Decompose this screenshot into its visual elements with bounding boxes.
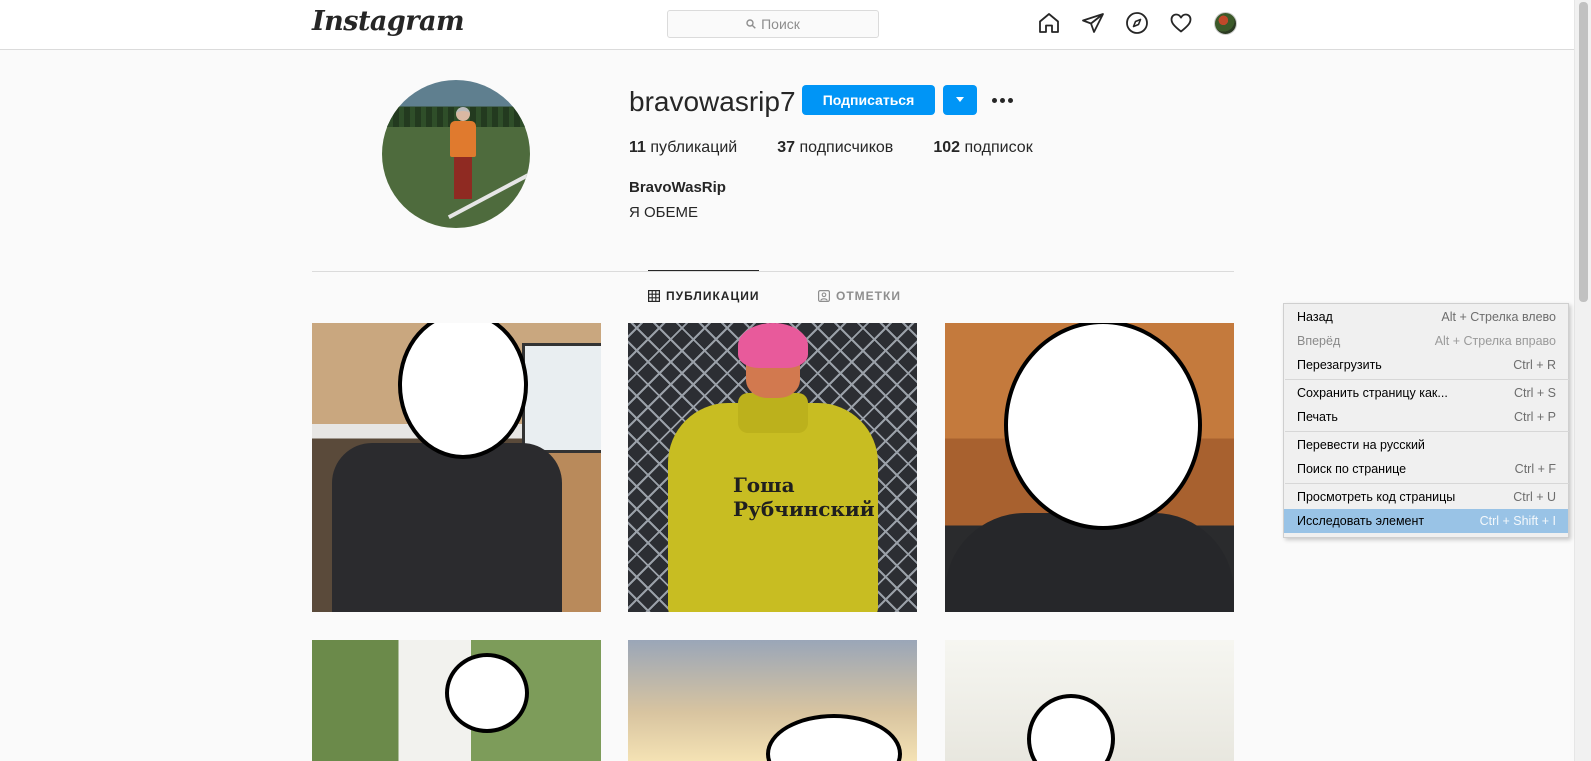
home-icon[interactable] — [1037, 11, 1061, 35]
context-menu-item-print[interactable]: Печать Ctrl + P — [1284, 405, 1568, 429]
profile-username: bravowasrip7 — [629, 86, 796, 117]
sweater-text: Гоша Рубчинский — [733, 473, 875, 521]
tabs-divider — [312, 271, 1234, 272]
posts-stat: 11 публикаций — [629, 139, 738, 156]
profile-avatar[interactable] — [382, 80, 530, 228]
profile-avatar-button[interactable] — [1213, 11, 1237, 35]
tab-tagged-label: ОТМЕТКИ — [836, 289, 901, 303]
direct-icon[interactable] — [1081, 11, 1105, 35]
profile-full-name: BravoWasRip — [629, 179, 726, 196]
post-thumbnail[interactable] — [945, 640, 1234, 761]
tab-posts[interactable]: ПУБЛИКАЦИИ — [648, 289, 759, 303]
more-icon — [991, 97, 997, 103]
active-tab-indicator — [648, 270, 759, 271]
face-mask — [445, 653, 529, 733]
context-menu-item-view-source[interactable]: Просмотреть код страницы Ctrl + U — [1284, 485, 1568, 509]
scrollbar[interactable] — [1574, 0, 1591, 761]
post-thumbnail[interactable] — [312, 640, 601, 761]
context-menu-item-translate[interactable]: Перевести на русский — [1284, 433, 1568, 457]
face-mask — [1004, 323, 1202, 530]
search-input[interactable]: Поиск — [667, 10, 879, 38]
top-navbar: Instagram Поиск — [0, 0, 1574, 50]
context-menu-separator — [1285, 431, 1569, 432]
instagram-logo[interactable]: Instagram — [312, 6, 465, 37]
grid-icon — [648, 290, 660, 302]
scrollbar-thumb[interactable] — [1579, 2, 1588, 302]
explore-icon[interactable] — [1125, 11, 1149, 35]
search-icon — [746, 19, 756, 29]
following-stat[interactable]: 102 подписок — [933, 139, 1032, 157]
context-menu-item-save-page[interactable]: Сохранить страницу как... Ctrl + S — [1284, 381, 1568, 405]
tab-posts-label: ПУБЛИКАЦИИ — [666, 289, 760, 303]
tab-tagged[interactable]: ОТМЕТКИ — [818, 289, 901, 303]
chevron-down-icon — [956, 97, 964, 102]
tagged-icon — [818, 290, 830, 302]
face-mask — [398, 323, 528, 459]
avatar — [1213, 11, 1237, 35]
context-menu-separator — [1285, 483, 1569, 484]
suggestions-dropdown-button[interactable] — [943, 85, 977, 115]
followers-stat[interactable]: 37 подписчиков — [777, 139, 893, 157]
follow-button[interactable]: Подписаться — [802, 85, 935, 115]
face-mask — [1027, 694, 1115, 761]
post-thumbnail[interactable] — [628, 640, 917, 761]
profile-bio: Я ОБЕМЕ — [629, 204, 699, 221]
context-menu: Назад Alt + Стрелка влево Вперёд Alt + Стр… — [1283, 303, 1569, 538]
context-menu-item-back[interactable]: Назад Alt + Стрелка влево — [1284, 305, 1568, 329]
post-thumbnail[interactable] — [945, 323, 1234, 612]
search-placeholder: Поиск — [761, 16, 800, 32]
more-options-button[interactable] — [989, 90, 1015, 110]
face-mask — [766, 714, 902, 761]
post-thumbnail[interactable]: Гоша Рубчинский — [628, 323, 917, 612]
context-menu-separator — [1285, 379, 1569, 380]
context-menu-item-find[interactable]: Поиск по странице Ctrl + F — [1284, 457, 1568, 481]
heart-icon[interactable] — [1169, 11, 1193, 35]
post-thumbnail[interactable] — [312, 323, 601, 612]
context-menu-item-reload[interactable]: Перезагрузить Ctrl + R — [1284, 353, 1568, 377]
context-menu-item-forward: Вперёд Alt + Стрелка вправо — [1297, 334, 1556, 348]
context-menu-item-inspect[interactable]: Исследовать элемент Ctrl + Shift + I — [1284, 509, 1568, 533]
nav-icons — [1037, 11, 1237, 35]
profile-stats: 11 публикаций 37 подписчиков 102 подписо… — [629, 139, 1033, 157]
